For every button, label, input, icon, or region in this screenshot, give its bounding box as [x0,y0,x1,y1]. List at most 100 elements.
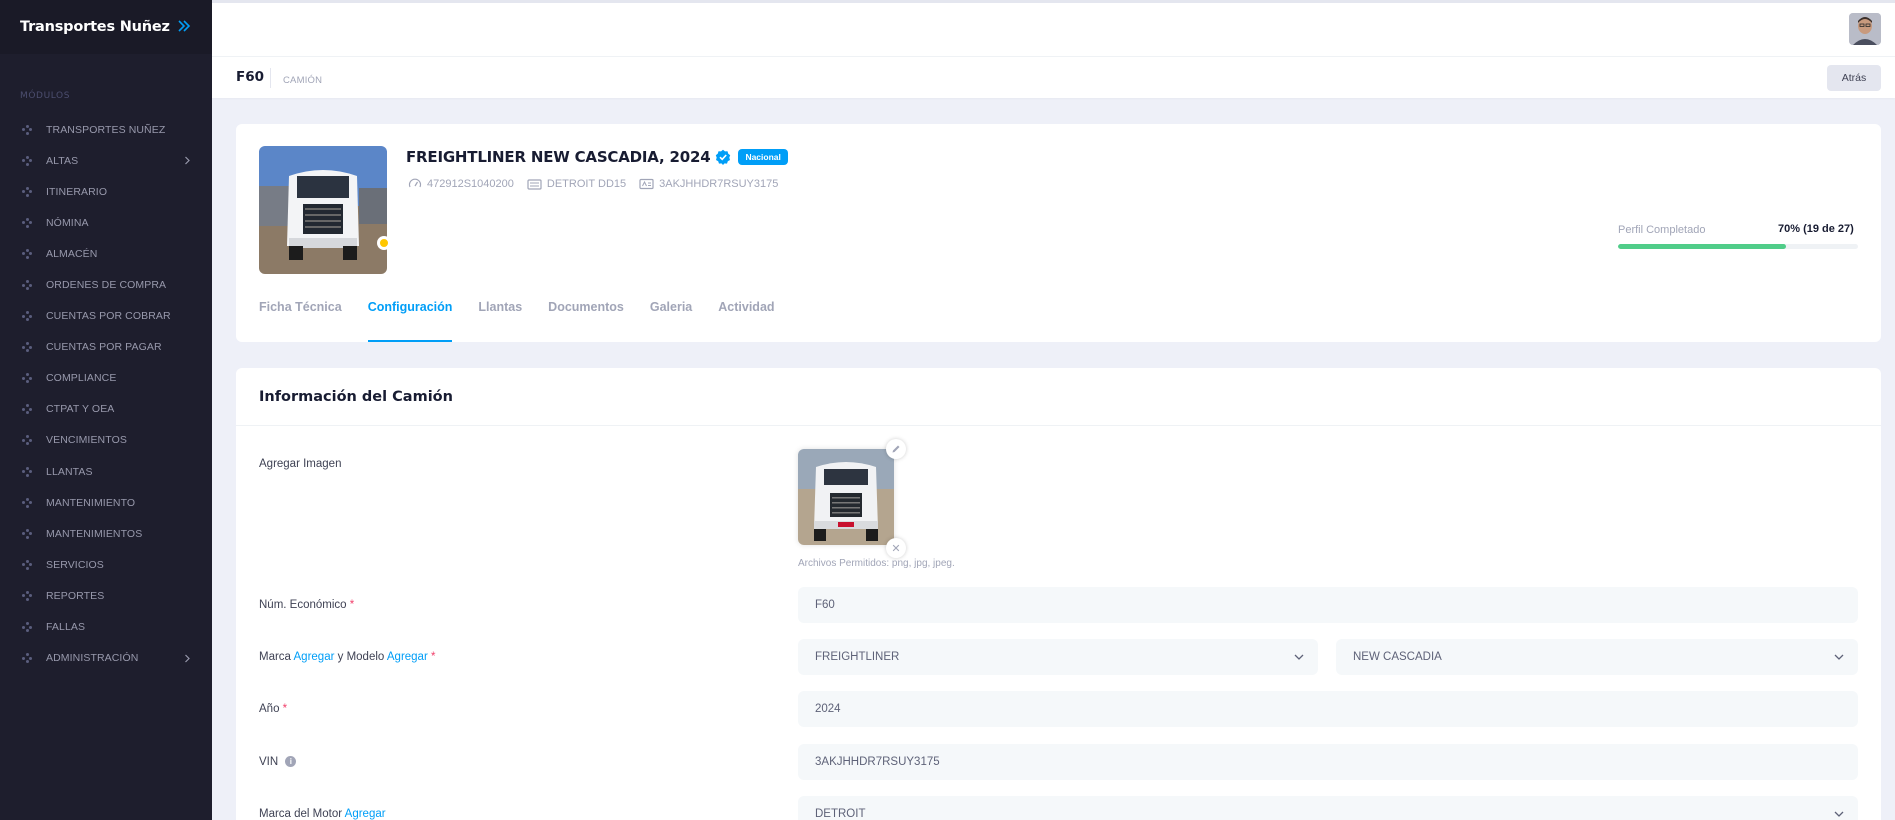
brand-name: Transportes Nuñez [20,19,170,35]
sidebar-item[interactable]: MANTENIMIENTOS [0,518,212,549]
sidebar-item[interactable]: CTPAT Y OEA [0,394,212,425]
menu-bullet-icon [22,248,32,259]
sidebar-item-label: ALMACÉN [46,247,98,260]
modelo-select[interactable]: NEW CASCADIA [1336,639,1858,675]
card-header: Información del Camión [236,368,1881,426]
menu-bullet-icon [22,155,32,166]
edit-image-button[interactable] [886,439,906,459]
sidebar-item-label: FALLAS [46,621,86,634]
image-upload-preview[interactable] [798,449,894,545]
sidebar-item-label: TRANSPORTES NUÑEZ [46,123,166,136]
chevron-down-icon [1294,654,1304,660]
menu-bullet-icon [22,217,32,228]
menu-bullet-icon [22,622,32,633]
modelo-select-value: NEW CASCADIA [1353,651,1442,663]
sidebar-item[interactable]: TRANSPORTES NUÑEZ [0,114,212,145]
allowed-files-hint: Archivos Permitidos: png, jpg, jpeg. [798,558,955,569]
sidebar-header: Transportes Nuñez [0,0,212,54]
chevron-down-icon [1834,811,1844,817]
num-eco-input[interactable]: F60 [798,587,1858,623]
sidebar-item[interactable]: ALTAS [0,145,212,176]
speedometer-icon [408,178,422,188]
vin-label-text: VIN [259,756,279,768]
tab-6[interactable]: Actividad [718,300,774,342]
page-title: F60 [236,69,265,85]
menu-bullet-icon [22,404,32,415]
chevron-down-icon [1834,654,1844,660]
sidebar-item-label: SERVICIOS [46,558,104,571]
sidebar-item-label: ITINERARIO [46,185,108,198]
sidebar-item-label: CTPAT Y OEA [46,403,115,416]
profile-progress-bar [1618,244,1858,249]
sidebar-item[interactable]: COMPLIANCE [0,363,212,394]
info-icon[interactable]: i [285,756,297,768]
sidebar-item-label: COMPLIANCE [46,372,117,385]
menu-bullet-icon [22,653,32,664]
sidebar-item[interactable]: ADMINISTRACIÓN [0,643,212,674]
sidebar: Transportes Nuñez MÓDULOS TRANSPORTES NU… [0,0,212,820]
vehicle-meta: 472912S1040200 DETROIT DD15 3AKJHHDR7RSU… [408,177,791,191]
sidebar-item[interactable]: MANTENIMIENTO [0,487,212,518]
vin-input[interactable]: 3AKJHHDR7RSUY3175 [798,744,1858,780]
anio-label: Año * [259,703,287,715]
required-mark: * [431,651,436,663]
sidebar-item[interactable]: REPORTES [0,580,212,611]
sidebar-item[interactable]: ALMACÉN [0,238,212,269]
sidebar-item-label: ADMINISTRACIÓN [46,652,139,665]
avatar-image [1849,13,1881,45]
anio-input[interactable]: 2024 [798,691,1858,727]
marca-select-value: FREIGHTLINER [815,651,900,663]
sidebar-menu: TRANSPORTES NUÑEZ ALTAS ITINERARIO NÓMINA AL… [0,114,212,674]
sidebar-item[interactable]: ORDENES DE COMPRA [0,269,212,300]
motor-label: Marca del Motor Agregar [259,808,386,820]
status-indicator [377,236,391,250]
menu-bullet-icon [22,342,32,353]
id-card-icon [639,178,654,190]
menu-bullet-icon [22,590,32,601]
user-avatar[interactable] [1849,13,1881,45]
vin-value: 3AKJHHDR7RSUY3175 [659,178,779,190]
top-header [212,0,1895,56]
sidebar-item[interactable]: NÓMINA [0,207,212,238]
add-modelo-link[interactable]: Agregar [387,651,428,663]
sidebar-item-label: CUENTAS POR PAGAR [46,341,162,354]
sidebar-item-label: MANTENIMIENTOS [46,527,143,540]
menu-bullet-icon [22,373,32,384]
back-button[interactable]: Atrás [1827,65,1881,91]
remove-image-button[interactable]: ✕ [886,538,906,558]
motor-label-text: Marca del Motor [259,808,343,820]
odometer-value: 472912S1040200 [427,178,514,190]
vehicle-title: FREIGHTLINER NEW CASCADIA, 2024 [406,148,711,166]
sidebar-item[interactable]: VENCIMIENTOS [0,425,212,456]
engine-value: DETROIT DD15 [546,178,627,190]
chevron-right-icon [185,654,190,663]
tab-3[interactable]: Llantas [478,300,522,342]
tab-5[interactable]: Galeria [650,300,692,342]
sidebar-item[interactable]: ITINERARIO [0,176,212,207]
vin-meta: 3AKJHHDR7RSUY3175 [639,178,778,190]
sidebar-item-label: CUENTAS POR COBRAR [46,310,171,323]
add-marca-link[interactable]: Agregar [294,651,335,663]
sidebar-toggle-icon[interactable] [176,18,192,34]
motor-select[interactable]: DETROIT [798,796,1858,820]
tab-4[interactable]: Documentos [548,300,624,342]
sidebar-item[interactable]: FALLAS [0,612,212,643]
add-motor-link[interactable]: Agregar [345,808,386,820]
modules-section-label: MÓDULOS [20,91,71,101]
tab-2[interactable]: Configuración [367,300,452,342]
marca-select[interactable]: FREIGHTLINER [798,639,1318,675]
truck-info-card: Información del Camión Agregar Imagen ✕ … [236,368,1881,820]
sidebar-item[interactable]: CUENTAS POR COBRAR [0,301,212,332]
sidebar-item[interactable]: CUENTAS POR PAGAR [0,332,212,363]
pencil-icon [892,445,900,453]
sidebar-item[interactable]: SERVICIOS [0,549,212,580]
vin-label: VIN i [259,756,297,768]
sidebar-item[interactable]: LLANTAS [0,456,212,487]
marca-modelo-label: Marca Agregar y Modelo Agregar * [259,651,435,663]
tab-1[interactable]: Ficha Técnica [259,300,342,342]
verified-icon [716,149,731,165]
profile-progress-fill [1618,244,1786,249]
required-mark: * [349,599,355,611]
vehicle-title-row: FREIGHTLINER NEW CASCADIA, 2024 Nacional [406,148,788,166]
title-divider [270,68,271,88]
